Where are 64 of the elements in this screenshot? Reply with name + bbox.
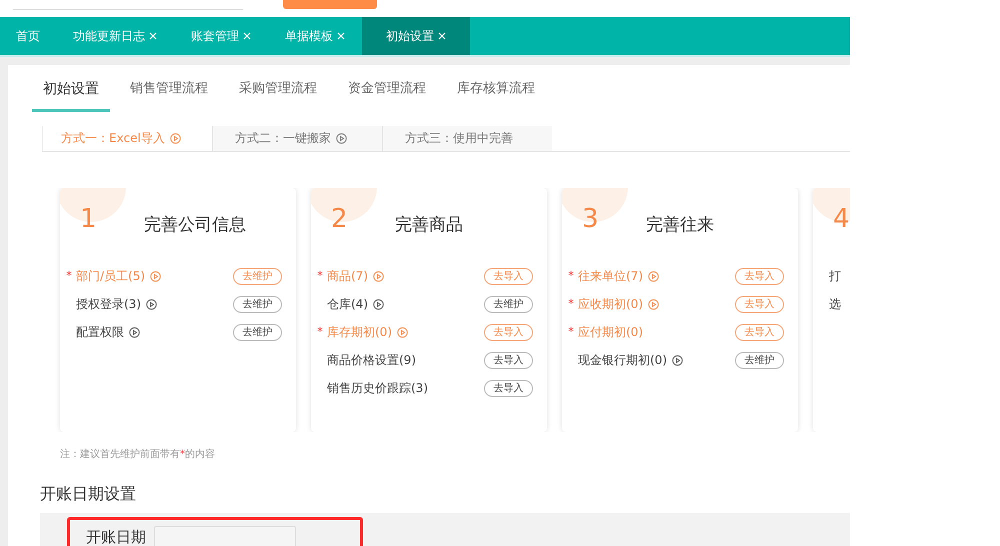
section-title: 开账日期设置 bbox=[40, 484, 136, 503]
sub-tab[interactable]: 库存核算流程 bbox=[446, 66, 546, 112]
sub-tab[interactable]: 采购管理流程 bbox=[228, 66, 328, 112]
item-label: 部门/员工(5) bbox=[76, 268, 146, 285]
close-icon[interactable] bbox=[149, 32, 157, 40]
action-button[interactable]: 去维护 bbox=[484, 296, 533, 312]
nav-tab[interactable]: 功能更新日志 bbox=[56, 17, 174, 55]
method-tab[interactable]: 方式三：使用中完善 bbox=[382, 126, 552, 151]
play-icon[interactable] bbox=[129, 326, 140, 338]
item-label: 授权登录(3) bbox=[76, 296, 141, 313]
nav-tab[interactable]: 首页 bbox=[0, 17, 56, 55]
note-text: 注：建议首先维护前面带有*的内容 bbox=[60, 449, 215, 460]
play-icon[interactable] bbox=[373, 298, 384, 310]
required-mark: * bbox=[316, 268, 324, 284]
action-button[interactable]: 去维护 bbox=[735, 352, 784, 368]
step-title: 完善公司信息 bbox=[144, 214, 246, 237]
play-icon[interactable] bbox=[146, 298, 157, 310]
item-label: 打 bbox=[829, 268, 841, 285]
required-mark: * bbox=[567, 296, 575, 312]
action-button[interactable]: 去导入 bbox=[484, 268, 533, 284]
action-button[interactable]: 去维护 bbox=[233, 268, 282, 284]
close-icon[interactable] bbox=[438, 32, 446, 40]
item-label: 应付期初(0) bbox=[578, 324, 643, 341]
nav-tab[interactable]: 账套管理 bbox=[174, 17, 268, 55]
close-icon[interactable] bbox=[243, 32, 251, 40]
sub-tab[interactable]: 销售管理流程 bbox=[119, 66, 219, 112]
action-button[interactable]: 去导入 bbox=[484, 352, 533, 368]
action-button[interactable]: 去导入 bbox=[484, 380, 533, 396]
item-label: 应收期初(0) bbox=[578, 296, 643, 313]
item-label: 仓库(4) bbox=[327, 296, 368, 313]
item-label: 现金银行期初(0) bbox=[578, 352, 667, 369]
action-button[interactable]: 去维护 bbox=[233, 296, 282, 312]
required-mark: * bbox=[65, 268, 73, 284]
nav-tab[interactable]: 单据模板 bbox=[268, 17, 362, 55]
item-label: 库存期初(0) bbox=[327, 324, 392, 341]
step-number: 4 bbox=[833, 203, 850, 236]
method-tab[interactable]: 方式二：一键搬家 bbox=[212, 126, 382, 151]
required-mark: * bbox=[567, 324, 575, 340]
date-field[interactable] bbox=[154, 526, 296, 546]
field-label: 开账日期 bbox=[86, 527, 146, 546]
required-mark: * bbox=[567, 268, 575, 284]
step-number: 3 bbox=[582, 203, 599, 236]
close-icon[interactable] bbox=[337, 32, 345, 40]
nav-tab[interactable]: 初始设置 bbox=[362, 17, 470, 55]
item-label: 选 bbox=[829, 296, 841, 313]
play-icon[interactable] bbox=[672, 354, 683, 366]
item-label: 配置权限 bbox=[76, 324, 124, 341]
item-label: 商品价格设置(9) bbox=[327, 352, 416, 369]
sub-tab[interactable]: 初始设置 bbox=[32, 66, 110, 112]
step-number: 1 bbox=[80, 203, 97, 236]
action-button[interactable]: 去导入 bbox=[735, 296, 784, 312]
action-button[interactable]: 去导入 bbox=[484, 324, 533, 340]
play-icon[interactable] bbox=[336, 132, 347, 144]
item-label: 往来单位(7) bbox=[578, 268, 643, 285]
action-button[interactable]: 去导入 bbox=[735, 268, 784, 284]
step-title: 完善往来 bbox=[646, 214, 714, 237]
item-label: 销售历史价跟踪(3) bbox=[327, 380, 428, 397]
sub-tab[interactable]: 资金管理流程 bbox=[337, 66, 437, 112]
action-button[interactable]: 去导入 bbox=[735, 324, 784, 340]
item-label: 商品(7) bbox=[327, 268, 368, 285]
step-number: 2 bbox=[331, 203, 348, 236]
required-mark: * bbox=[316, 324, 324, 340]
step-title: 完善商品 bbox=[395, 214, 463, 237]
action-button[interactable]: 去维护 bbox=[233, 324, 282, 340]
